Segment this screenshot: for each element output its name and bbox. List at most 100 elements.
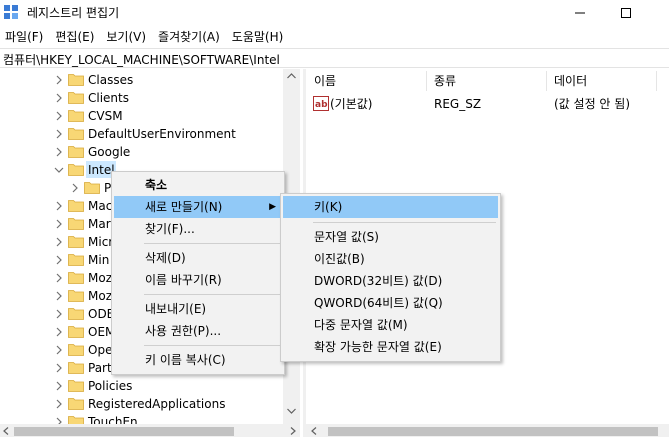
tree-node[interactable]: Google (0, 143, 283, 161)
tree-horizontal-scrollbar[interactable] (0, 424, 300, 437)
menu-item-label: 새로 만들기(N) (145, 200, 223, 214)
menu-item-collapse[interactable]: 축소 (114, 174, 282, 196)
menu-item-rename[interactable]: 이름 바꾸기(R) (114, 269, 282, 291)
column-divider[interactable] (546, 71, 547, 91)
scroll-up-icon[interactable] (287, 73, 296, 79)
menu-item-label: DWORD(32비트) 값(D) (314, 274, 443, 288)
menu-item-label: 확장 가능한 문자열 값(E) (314, 340, 442, 354)
tree-node[interactable]: Classes (0, 71, 283, 89)
tree-node-label: Micr (88, 235, 114, 249)
tree-node-label: CVSM (88, 109, 123, 123)
column-header-type[interactable]: 종류 (434, 69, 456, 93)
menu-item-export[interactable]: 내보내기(E) (114, 298, 282, 320)
chevron-right-icon[interactable] (54, 111, 64, 121)
context-menu: 축소 새로 만들기(N) ▶ 찾기(F)... 삭제(D) 이름 바꾸기(R) 내… (111, 171, 285, 375)
chevron-down-icon[interactable] (54, 165, 64, 175)
minimize-icon (575, 12, 585, 13)
submenu-item-qword-value[interactable]: QWORD(64비트) 값(Q) (283, 292, 498, 314)
scroll-right-icon[interactable] (290, 427, 296, 435)
menu-item-permissions[interactable]: 사용 권한(P)... (114, 320, 282, 342)
menu-favorites[interactable]: 즐겨찾기(A) (153, 27, 227, 47)
menu-item-label: 키 이름 복사(C) (145, 353, 226, 367)
folder-icon (68, 326, 84, 338)
chevron-right-icon[interactable] (54, 255, 64, 265)
folder-icon (68, 344, 84, 356)
submenu-item-string-value[interactable]: 문자열 값(S) (283, 226, 498, 248)
address-bar[interactable]: 컴퓨터\HKEY_LOCAL_MACHINE\SOFTWARE\Intel (0, 48, 669, 68)
chevron-right-icon[interactable] (54, 363, 64, 373)
tree-node-label: RegisteredApplications (88, 397, 226, 411)
chevron-right-icon[interactable] (54, 147, 64, 157)
value-type: REG_SZ (434, 97, 482, 111)
value-data: (값 설정 안 됨) (554, 97, 631, 111)
chevron-right-icon[interactable] (70, 183, 80, 193)
menu-item-label: 키(K) (314, 200, 343, 214)
tree-node[interactable]: TouchEn (0, 413, 283, 424)
chevron-right-icon[interactable] (54, 129, 64, 139)
menu-item-label: 찾기(F)... (145, 222, 195, 236)
chevron-right-icon[interactable] (54, 273, 64, 283)
chevron-right-icon[interactable] (54, 219, 64, 229)
scroll-down-icon[interactable] (287, 408, 296, 414)
chevron-right-icon[interactable] (54, 417, 64, 424)
submenu-item-dword-value[interactable]: DWORD(32비트) 값(D) (283, 270, 498, 292)
title-bar: 레지스트리 편집기 (0, 0, 669, 25)
scroll-thumb[interactable] (328, 427, 658, 436)
folder-icon (68, 218, 84, 230)
column-divider[interactable] (426, 71, 427, 91)
submenu-item-binary-value[interactable]: 이진값(B) (283, 248, 498, 270)
address-path[interactable]: 컴퓨터\HKEY_LOCAL_MACHINE\SOFTWARE\Intel (3, 51, 280, 68)
menu-help[interactable]: 도움말(H) (227, 27, 291, 47)
maximize-icon (621, 7, 631, 18)
folder-icon (68, 164, 84, 176)
menu-item-label: 다중 문자열 값(M) (314, 318, 408, 332)
svg-text:ab: ab (315, 100, 328, 110)
menu-separator (144, 294, 280, 295)
submenu-item-expandable-string-value[interactable]: 확장 가능한 문자열 값(E) (283, 336, 498, 358)
menu-item-delete[interactable]: 삭제(D) (114, 247, 282, 269)
menu-edit[interactable]: 편집(E) (50, 27, 101, 47)
column-divider[interactable] (656, 71, 657, 91)
menu-item-copy-key-name[interactable]: 키 이름 복사(C) (114, 349, 282, 371)
submenu-item-multi-string-value[interactable]: 다중 문자열 값(M) (283, 314, 498, 336)
tree-node[interactable]: DefaultUserEnvironment (0, 125, 283, 143)
chevron-right-icon[interactable] (54, 381, 64, 391)
chevron-right-icon[interactable] (54, 345, 64, 355)
tree-node[interactable]: CVSM (0, 107, 283, 125)
column-header-data[interactable]: 데이터 (554, 69, 587, 93)
menu-view[interactable]: 보기(V) (101, 27, 153, 47)
chevron-right-icon[interactable] (54, 327, 64, 337)
new-submenu: 키(K) 문자열 값(S) 이진값(B) DWORD(32비트) 값(D) QW… (280, 193, 501, 362)
chevron-right-icon[interactable] (54, 75, 64, 85)
folder-icon (68, 362, 84, 374)
value-name[interactable]: (기본값) (330, 96, 372, 112)
tree-node[interactable]: Policies (0, 377, 283, 395)
tree-node-label: Mac (88, 199, 113, 213)
chevron-right-icon[interactable] (54, 201, 64, 211)
scroll-left-icon[interactable] (311, 427, 317, 435)
scroll-left-icon[interactable] (3, 427, 9, 435)
scroll-thumb[interactable] (14, 427, 234, 436)
menu-item-new[interactable]: 새로 만들기(N) ▶ (114, 196, 282, 218)
chevron-right-icon[interactable] (54, 309, 64, 319)
menu-separator (144, 345, 280, 346)
maximize-button[interactable] (603, 0, 649, 25)
submenu-item-key[interactable]: 키(K) (283, 196, 498, 218)
menu-file[interactable]: 파일(F) (0, 27, 50, 47)
menu-item-find[interactable]: 찾기(F)... (114, 218, 282, 240)
column-header-name[interactable]: 이름 (314, 69, 336, 93)
tree-node[interactable]: Clients (0, 89, 283, 107)
chevron-right-icon[interactable] (54, 291, 64, 301)
folder-icon (68, 398, 84, 410)
menu-item-label: 이진값(B) (314, 252, 365, 266)
chevron-right-icon[interactable] (54, 399, 64, 409)
chevron-right-icon[interactable] (54, 237, 64, 247)
menu-item-label: 문자열 값(S) (314, 230, 379, 244)
menu-item-label: 삭제(D) (145, 251, 186, 265)
minimize-button[interactable] (557, 0, 603, 25)
list-horizontal-scrollbar[interactable] (306, 424, 669, 437)
folder-icon (68, 74, 84, 86)
tree-node-label: Min (88, 253, 110, 267)
tree-node[interactable]: RegisteredApplications (0, 395, 283, 413)
chevron-right-icon[interactable] (54, 93, 64, 103)
